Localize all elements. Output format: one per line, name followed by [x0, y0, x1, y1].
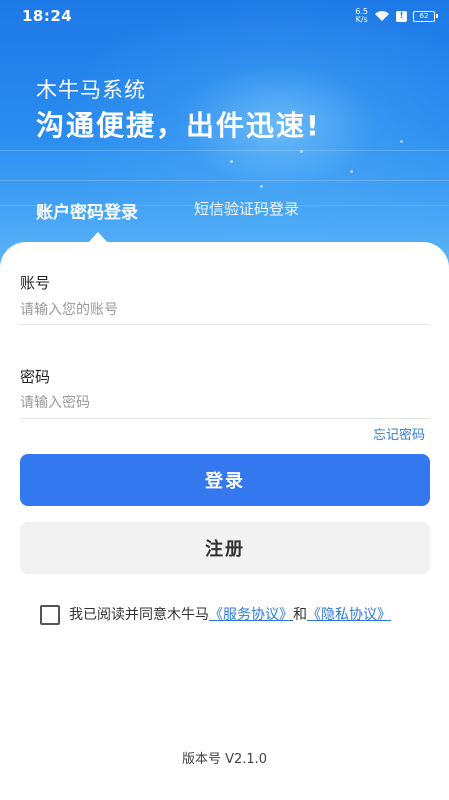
decorative-line — [0, 180, 449, 181]
login-button[interactable]: 登录 — [20, 454, 430, 506]
account-label: 账号 — [20, 274, 51, 292]
decorative-dot — [260, 185, 263, 188]
wifi-icon — [375, 11, 389, 21]
notification-icon: ! — [396, 10, 407, 22]
status-bar: 18:24 6.5 K/s ! 62 — [0, 0, 449, 32]
tab-password-login[interactable]: 账户密码登录 — [36, 198, 138, 223]
active-tab-indicator — [88, 232, 108, 243]
register-button[interactable]: 注册 — [20, 522, 430, 574]
privacy-agreement-link[interactable]: 《隐私协议》 — [307, 607, 391, 623]
decorative-dot — [400, 140, 403, 143]
agreement-prefix: 我已阅读并同意木牛马 — [69, 607, 209, 623]
password-divider — [20, 418, 430, 419]
slogan: 沟通便捷，出件迅速! — [36, 109, 321, 142]
decorative-dot — [300, 150, 303, 153]
status-icons: 6.5 K/s ! 62 — [355, 8, 438, 24]
account-divider — [20, 324, 430, 325]
version-text: 版本号 V2.1.0 — [181, 752, 268, 767]
forgot-password-link[interactable]: 忘记密码 — [373, 424, 425, 443]
login-card — [0, 242, 449, 800]
decorative-dot — [350, 170, 353, 173]
status-time: 18:24 — [22, 7, 73, 25]
agreement-row: 我已阅读并同意木牛马《服务协议》和《隐私协议》 — [40, 604, 430, 626]
decorative-dot — [230, 160, 233, 163]
account-input[interactable] — [20, 295, 430, 325]
password-label: 密码 — [20, 368, 51, 386]
network-speed-unit: K/s — [355, 15, 368, 24]
password-input[interactable] — [20, 388, 430, 418]
app-name: 木牛马系统 — [36, 78, 146, 102]
agreement-connector: 和 — [293, 607, 307, 623]
battery-icon: 62 — [413, 10, 438, 22]
network-speed: 6.5 K/s — [355, 8, 368, 24]
agreement-checkbox[interactable] — [40, 605, 60, 625]
agreement-text: 我已阅读并同意木牛马《服务协议》和《隐私协议》 — [69, 604, 391, 626]
service-agreement-link[interactable]: 《服务协议》 — [209, 607, 293, 623]
decorative-line — [0, 150, 449, 151]
tab-sms-login[interactable]: 短信验证码登录 — [194, 198, 299, 219]
